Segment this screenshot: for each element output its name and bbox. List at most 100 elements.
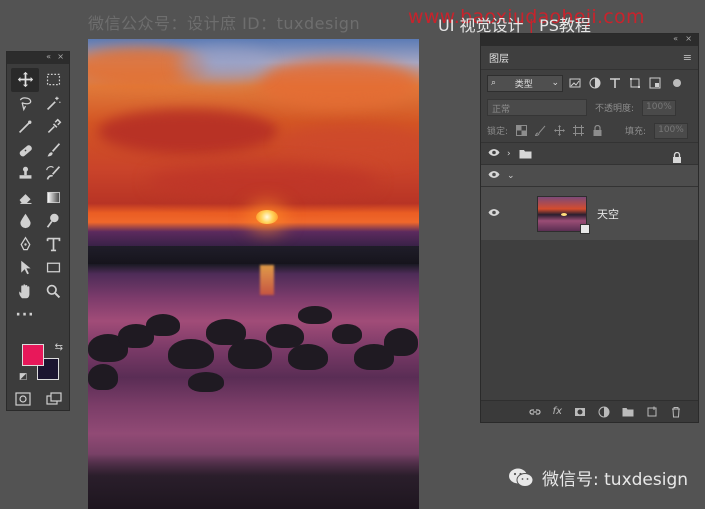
shoreline <box>88 454 419 509</box>
blur-icon <box>19 213 31 229</box>
layer-row-sky[interactable]: 天空 <box>481 186 698 240</box>
layer-mask-icon[interactable] <box>574 406 586 418</box>
filter-kind-select[interactable]: ⌕ 类型 ⌄ <box>487 74 563 92</box>
layer-filter-row: ⌕ 类型 ⌄ <box>481 70 698 96</box>
brush-tool[interactable] <box>39 139 67 163</box>
layers-panel-titlebar: « × <box>481 34 698 46</box>
dodge-tool[interactable] <box>39 209 67 233</box>
fill-input[interactable]: 100% <box>654 122 689 139</box>
zoom-tool[interactable] <box>39 280 67 304</box>
foreground-color-swatch[interactable] <box>22 344 44 366</box>
pen-tool[interactable] <box>11 233 39 257</box>
crop-tool[interactable] <box>11 115 39 139</box>
swan <box>288 344 328 370</box>
default-colors-icon[interactable]: ◩ <box>19 372 28 382</box>
move-tool[interactable] <box>11 68 39 92</box>
lasso-tool[interactable] <box>11 92 39 116</box>
blur-tool[interactable] <box>11 209 39 233</box>
new-layer-icon[interactable] <box>646 406 658 418</box>
wechat-watermark: 微信号: tuxdesign <box>508 465 688 490</box>
eraser-tool[interactable] <box>11 186 39 210</box>
panel-menu-icon[interactable]: ≡ <box>683 51 692 64</box>
chevron-down-icon[interactable]: ⌄ <box>507 171 519 181</box>
visibility-toggle[interactable] <box>481 148 507 160</box>
gradient-tool[interactable] <box>39 186 67 210</box>
eyedropper-tool[interactable] <box>39 115 67 139</box>
visibility-toggle[interactable] <box>481 170 507 182</box>
close-icon[interactable]: × <box>57 52 64 61</box>
filter-icons <box>569 77 661 89</box>
bandage-icon <box>19 144 32 157</box>
wechat-icon <box>509 468 534 487</box>
lock-artboard-icon[interactable] <box>573 125 585 136</box>
chevron-right-icon[interactable]: › <box>507 149 519 159</box>
filter-type-icon[interactable] <box>609 77 621 89</box>
stamp-tool[interactable] <box>11 162 39 186</box>
layer-row-group-expanded[interactable]: ⌄ <box>481 164 698 186</box>
stamp-icon <box>19 166 31 179</box>
watermark-title-ui: UI <box>438 16 455 35</box>
treeline <box>88 246 419 264</box>
lock-row: 锁定: 填充: 100% <box>481 119 698 142</box>
link-layers-icon[interactable] <box>528 406 541 418</box>
tab-layers[interactable]: 图层 <box>489 50 509 65</box>
swans <box>88 294 419 399</box>
screen-mode-icon[interactable] <box>45 392 62 406</box>
filter-pixel-icon[interactable] <box>569 77 581 89</box>
cloud <box>178 49 268 79</box>
collapse-icon[interactable]: « <box>46 52 51 61</box>
filter-toggle[interactable] <box>673 79 681 87</box>
visibility-toggle[interactable] <box>481 208 507 220</box>
tools-panel-footer <box>7 392 69 406</box>
lock-position-icon[interactable] <box>554 125 566 136</box>
new-group-icon[interactable] <box>622 406 634 418</box>
filter-kind-label: 类型 <box>514 79 533 90</box>
blend-row: 正常 不透明度: 100% <box>481 96 698 119</box>
blend-mode-select[interactable]: 正常 <box>487 99 587 116</box>
shape-tool[interactable] <box>39 256 67 280</box>
zoom-icon <box>46 284 60 298</box>
layer-style-icon[interactable]: fx <box>553 406 562 417</box>
document-canvas[interactable] <box>88 39 419 509</box>
layer-thumbnail <box>537 195 590 234</box>
hand-tool[interactable] <box>11 280 39 304</box>
magic-wand-icon <box>46 96 61 110</box>
marquee-tool[interactable] <box>39 68 67 92</box>
filter-adjustment-icon[interactable] <box>589 77 601 89</box>
quick-mask-icon[interactable] <box>14 392 31 406</box>
brush-icon <box>47 142 60 157</box>
rectangle-icon <box>46 262 60 273</box>
lock-pixels-icon[interactable] <box>535 125 546 136</box>
color-swatches: ⇆ ◩ <box>19 342 63 382</box>
close-icon[interactable]: × <box>685 34 692 43</box>
path-select-tool[interactable] <box>11 256 39 280</box>
more-tools[interactable]: ··· <box>11 303 39 327</box>
tools-panel: « × ··· ⇆ ◩ <box>6 51 70 411</box>
folder-icon <box>519 144 532 163</box>
layers-panel-header: 图层 ≡ <box>481 46 698 70</box>
sun-reflection <box>260 265 274 295</box>
lock-transparency-icon[interactable] <box>516 125 528 136</box>
delete-layer-icon[interactable] <box>670 406 682 418</box>
filter-shape-icon[interactable] <box>629 77 641 89</box>
pen-icon <box>20 236 30 250</box>
crop-icon <box>18 120 31 134</box>
collapse-icon[interactable]: « <box>673 34 678 43</box>
move-icon <box>17 72 33 88</box>
lock-all-icon[interactable] <box>592 125 603 136</box>
filter-smart-object-icon[interactable] <box>649 77 661 89</box>
layers-panel: « × 图层 ≡ ⌕ 类型 ⌄ 正常 不透明度: 100% 锁定: 填充: 10… <box>480 33 699 423</box>
swan <box>384 328 418 356</box>
type-tool[interactable] <box>39 233 67 257</box>
layer-row-group-collapsed[interactable]: › <box>481 142 698 164</box>
swap-colors-icon[interactable]: ⇆ <box>55 342 63 353</box>
adjustment-layer-icon[interactable] <box>598 406 610 418</box>
healing-tool[interactable] <box>11 139 39 163</box>
opacity-input[interactable]: 100% <box>642 99 677 116</box>
cloud <box>98 109 278 154</box>
eraser-icon <box>19 193 31 204</box>
fill-label: 填充: <box>625 127 647 137</box>
magic-wand-tool[interactable] <box>39 92 67 116</box>
tools-panel-titlebar: « × <box>7 52 69 64</box>
history-brush-tool[interactable] <box>39 162 67 186</box>
